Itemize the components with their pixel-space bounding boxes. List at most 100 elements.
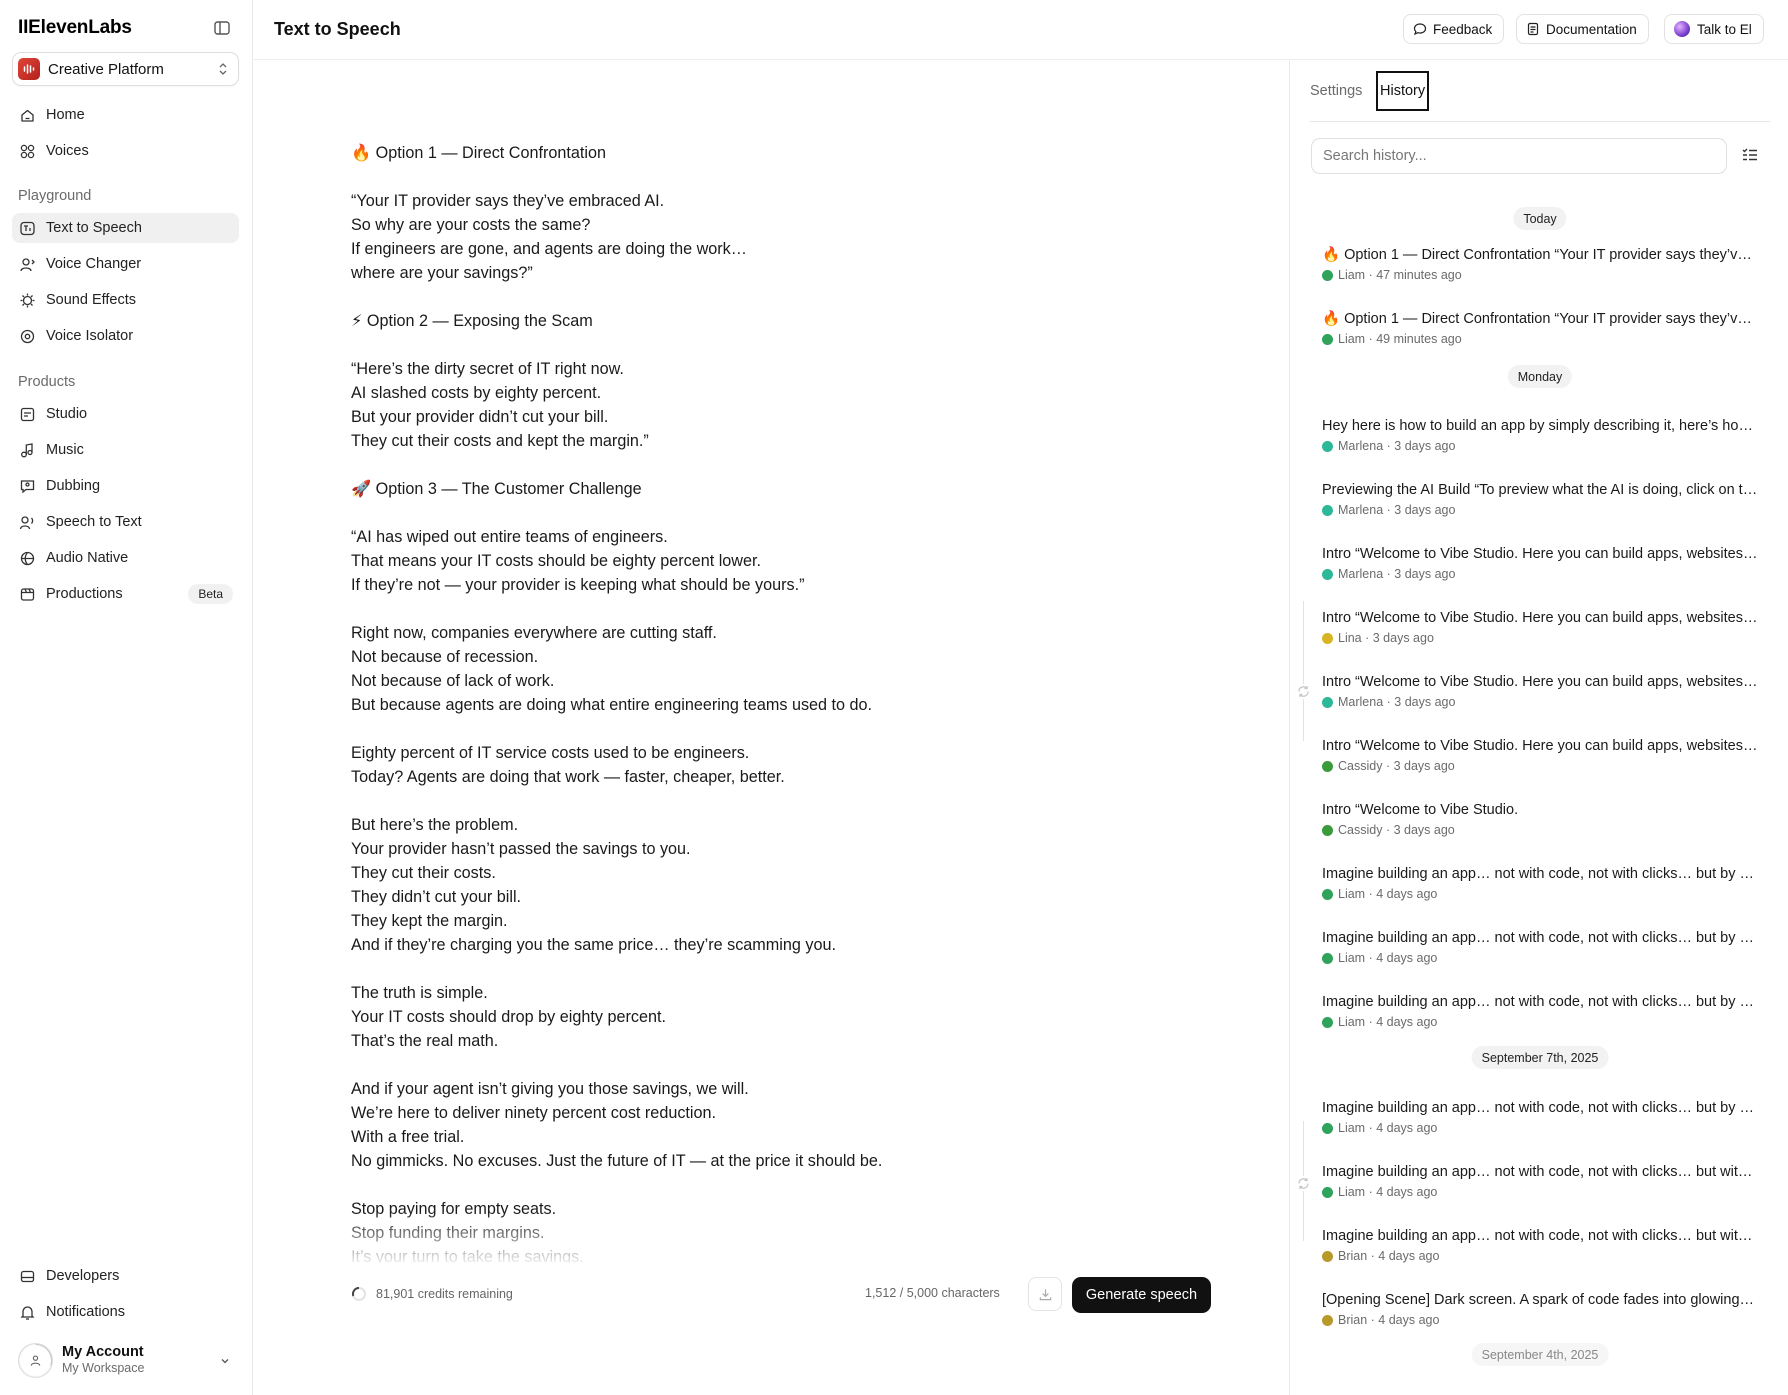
generate-speech-button[interactable]: Generate speech <box>1072 1277 1211 1313</box>
history-item[interactable]: 🔥 Option 1 — Direct Confrontation “Your … <box>1322 310 1762 346</box>
voice-avatar-icon <box>1322 269 1333 281</box>
documentation-button[interactable]: Documentation <box>1516 14 1649 44</box>
filter-list-icon[interactable] <box>1741 146 1759 164</box>
nav-voice-changer[interactable]: Voice Changer <box>12 249 239 279</box>
nav-label: Voices <box>46 143 89 159</box>
editor-line: “Your IT provider says they’ve embraced … <box>351 192 665 210</box>
history-item[interactable]: Previewing the AI Build “To preview what… <box>1322 481 1762 517</box>
history-item[interactable]: [Opening Scene] Dark screen. A spark of … <box>1322 1291 1762 1327</box>
history-item[interactable]: Intro “Welcome to Vibe Studio. Here you … <box>1322 737 1762 773</box>
editor-line: If engineers are gone, and agents are do… <box>351 240 747 258</box>
voice-avatar-icon <box>1322 568 1333 580</box>
history-item-meta: Cassidy · 3 days ago <box>1322 759 1762 773</box>
editor-line: They cut their costs and kept the margin… <box>351 432 649 450</box>
editor-line: Eighty percent of IT service costs used … <box>351 744 750 762</box>
logo[interactable]: IIElevenLabs <box>18 17 132 39</box>
document-icon <box>1527 22 1539 36</box>
editor-line: That’s the real math. <box>351 1032 499 1050</box>
tab-settings[interactable]: Settings <box>1310 83 1362 99</box>
developers-icon <box>20 1270 35 1282</box>
history-item[interactable]: 🔥 Option 1 — Direct Confrontation “Your … <box>1322 246 1762 282</box>
history-item-title: Previewing the AI Build “To preview what… <box>1322 482 1758 498</box>
history-item-meta: Liam · 49 minutes ago <box>1322 332 1762 346</box>
regenerate-icon <box>1296 684 1311 699</box>
voice-avatar-icon <box>1322 1314 1333 1326</box>
nav-productions[interactable]: Productions Beta <box>12 579 239 609</box>
voice-avatar-icon <box>1322 504 1333 516</box>
tab-history[interactable]: History <box>1376 71 1430 111</box>
nav-developers[interactable]: Developers <box>12 1261 239 1291</box>
nav-voices[interactable]: Voices <box>12 136 239 166</box>
voice-name: Liam <box>1338 332 1366 346</box>
sound-effects-icon <box>20 293 35 307</box>
nav-notifications[interactable]: Notifications <box>12 1297 239 1327</box>
text-editor[interactable]: 🔥 Option 1 — Direct Confrontation “Your I… <box>351 141 1251 1263</box>
day-badge: Today <box>1513 207 1567 230</box>
voice-avatar-icon <box>1322 952 1333 964</box>
meta-separator: · <box>1365 887 1377 901</box>
editor-line: But here’s the problem. <box>351 816 519 834</box>
day-badge: September 7th, 2025 <box>1471 1046 1609 1069</box>
history-item[interactable]: Intro “Welcome to Vibe Studio. Here you … <box>1322 673 1762 709</box>
feedback-button[interactable]: Feedback <box>1403 14 1505 44</box>
history-item[interactable]: Imagine building an app… not with code, … <box>1322 1099 1762 1135</box>
editor-line: They cut their costs. <box>351 864 496 882</box>
nav-sound-effects[interactable]: Sound Effects <box>12 285 239 315</box>
nav-dubbing[interactable]: Dubbing <box>12 471 239 501</box>
history-item[interactable]: Imagine building an app… not with code, … <box>1322 1227 1762 1263</box>
history-item-title: Intro “Welcome to Vibe Studio. Here you … <box>1322 738 1758 754</box>
search-history-input[interactable]: Search history... <box>1311 138 1727 174</box>
editor-line: Not because of lack of work. <box>351 672 555 690</box>
history-panel: Settings History Search history... Today… <box>1289 61 1788 1395</box>
history-item[interactable]: Imagine building an app… not with code, … <box>1322 929 1762 965</box>
nav-voice-isolator[interactable]: Voice Isolator <box>12 321 239 351</box>
sidebar-collapse-icon[interactable] <box>213 19 231 37</box>
meta-separator: · <box>1365 1015 1377 1029</box>
history-item[interactable]: Hey here is how to build an app by simpl… <box>1322 417 1762 453</box>
download-button[interactable] <box>1028 1277 1062 1311</box>
history-item-time: 3 days ago <box>1372 631 1434 645</box>
editor-footer: 81,901 credits remaining 1,512 / 5,000 c… <box>351 1275 1211 1313</box>
voice-avatar-icon <box>1322 696 1333 708</box>
history-item[interactable]: Imagine building an app… not with code, … <box>1322 865 1762 901</box>
talk-to-el-button[interactable]: Talk to El <box>1664 14 1764 44</box>
meta-separator: · <box>1367 1313 1379 1327</box>
nav-speech-to-text[interactable]: Speech to Text <box>12 507 239 537</box>
chevron-down-icon <box>219 1354 231 1366</box>
history-item[interactable]: Imagine building an app… not with code, … <box>1322 993 1762 1029</box>
history-item-meta: Liam · 4 days ago <box>1322 1121 1762 1135</box>
history-item[interactable]: Intro “Welcome to Vibe Studio. Here you … <box>1322 545 1762 581</box>
regenerate-icon <box>1296 1176 1311 1191</box>
voice-name: Cassidy <box>1338 759 1383 773</box>
voice-name: Marlena <box>1338 695 1384 709</box>
history-item-time: 3 days ago <box>1394 695 1456 709</box>
nav-home[interactable]: Home <box>12 100 239 130</box>
nav-text-to-speech[interactable]: Text to Speech <box>12 213 239 243</box>
meta-separator: · <box>1383 439 1395 453</box>
voice-changer-icon <box>20 257 35 271</box>
editor-line: With a free trial. <box>351 1128 465 1146</box>
editor-line: So why are your costs the same? <box>351 216 591 234</box>
history-item-meta: Brian · 4 days ago <box>1322 1313 1762 1327</box>
voice-name: Liam <box>1338 887 1366 901</box>
history-item[interactable]: Imagine building an app… not with code, … <box>1322 1163 1762 1199</box>
history-item[interactable]: Intro “Welcome to Vibe Studio. Here you … <box>1322 609 1762 645</box>
nav-label: Voice Changer <box>46 256 142 272</box>
nav-label: Home <box>46 107 85 123</box>
chat-bubble-icon <box>1413 23 1427 36</box>
studio-icon <box>20 407 35 421</box>
workspace-switcher[interactable]: Creative Platform <box>12 52 239 86</box>
history-item[interactable]: Intro “Welcome to Vibe Studio. Cassidy · … <box>1322 801 1762 837</box>
day-badge: September 4th, 2025 <box>1471 1343 1609 1366</box>
nav-studio[interactable]: Studio <box>12 399 239 429</box>
history-item-time: 4 days ago <box>1378 1249 1440 1263</box>
nav-audio-native[interactable]: Audio Native <box>12 543 239 573</box>
meta-separator: · <box>1382 823 1394 837</box>
account-menu[interactable]: My Account My Workspace <box>12 1338 239 1382</box>
nav-music[interactable]: Music <box>12 435 239 465</box>
